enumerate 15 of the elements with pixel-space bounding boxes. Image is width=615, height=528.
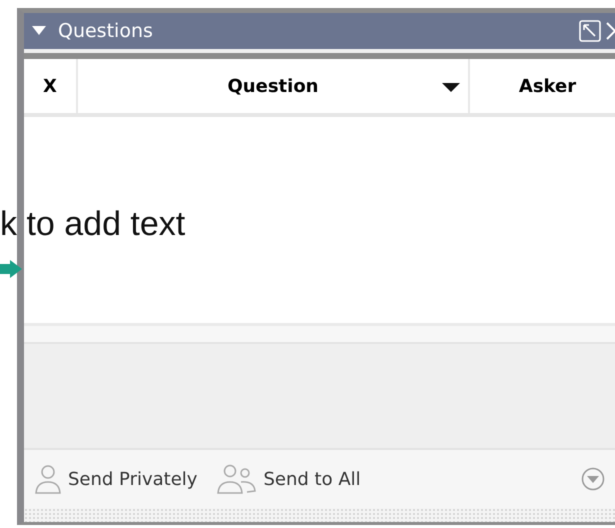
send-button[interactable]: Send Privately: [34, 463, 198, 495]
people-icon: [217, 463, 258, 495]
column-header[interactable]: Question: [78, 59, 470, 113]
panel-title: Questions: [58, 20, 154, 42]
person-icon: [34, 463, 62, 495]
send-button[interactable]: Send to All: [217, 463, 361, 495]
dropdown-icon[interactable]: [581, 467, 605, 491]
sort-caret-icon: [442, 83, 460, 93]
arrow-icon: [0, 260, 22, 278]
column-header[interactable]: Asker: [470, 59, 615, 113]
placeholder-text: k to add text: [0, 205, 186, 244]
popout-icon[interactable]: [579, 20, 601, 42]
resize-grip[interactable]: [24, 508, 615, 522]
collapse-icon[interactable]: [32, 26, 46, 36]
column-header[interactable]: X: [24, 59, 78, 113]
